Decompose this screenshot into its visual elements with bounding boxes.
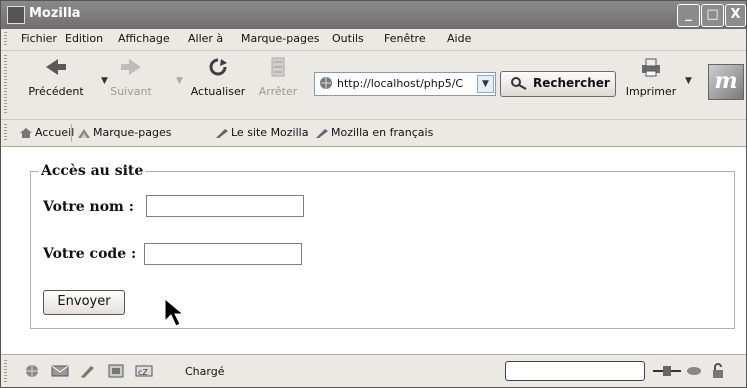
statusbar-grip[interactable] xyxy=(4,360,7,382)
search-icon xyxy=(511,77,527,90)
menu-affichage[interactable]: Affichage xyxy=(118,32,170,45)
reload-icon xyxy=(209,58,227,76)
search-button[interactable]: Rechercher xyxy=(500,71,616,97)
name-label: Votre nom : xyxy=(43,199,134,215)
bookmark-mozilla-site-label: Le site Mozilla xyxy=(231,126,309,139)
address-book-icon[interactable] xyxy=(107,363,125,379)
online-status-icon[interactable] xyxy=(653,363,681,379)
bookmark-separator xyxy=(71,124,72,142)
menubar-grip[interactable] xyxy=(4,32,7,47)
submit-button[interactable]: Envoyer xyxy=(43,290,125,315)
bookmark-menu-label: Marque-pages xyxy=(93,126,172,139)
navigation-toolbar: Précédent ▼ Suivant ▼ Actualiser Arrêter… xyxy=(1,51,746,120)
reload-label: Actualiser xyxy=(190,85,246,98)
status-bar: cZ Chargé xyxy=(1,354,746,387)
stop-icon xyxy=(271,57,285,77)
bookmark-mozilla-fr-label: Mozilla en français xyxy=(331,126,434,139)
title-bar[interactable]: Mozilla _ □ X xyxy=(1,1,746,29)
bookmarks-grip[interactable] xyxy=(4,124,7,142)
address-input[interactable]: http://localhost/php5/C xyxy=(337,77,475,90)
forward-dropdown-icon[interactable]: ▼ xyxy=(176,76,183,86)
name-input[interactable] xyxy=(146,195,304,217)
home-icon xyxy=(20,128,32,138)
bookmark-mozilla-fr[interactable]: Mozilla en français xyxy=(315,126,433,139)
composer-icon[interactable] xyxy=(79,363,97,379)
back-label: Précédent xyxy=(28,85,84,98)
fieldset-legend: Accès au site xyxy=(41,163,144,179)
progress-bar xyxy=(505,361,645,381)
minimize-button[interactable]: _ xyxy=(677,4,700,27)
menu-fichier[interactable]: Fichier xyxy=(21,32,57,45)
security-icon[interactable] xyxy=(685,363,703,379)
code-label: Votre code : xyxy=(43,246,137,262)
address-bar[interactable]: http://localhost/php5/C ▼ xyxy=(314,72,496,96)
browser-window: Mozilla _ □ X Fichier Edition Affichage … xyxy=(0,0,747,388)
bookmark-home[interactable]: Accueil xyxy=(19,126,74,139)
forward-label: Suivant xyxy=(110,85,152,98)
page-icon xyxy=(320,77,332,89)
bookmarks-icon xyxy=(78,129,90,138)
reload-button[interactable]: Actualiser xyxy=(187,57,249,115)
stop-label: Arrêter xyxy=(258,85,298,98)
menu-edition[interactable]: Edition xyxy=(65,32,103,45)
menu-aller-a[interactable]: Aller à xyxy=(188,32,223,45)
bookmark-menu[interactable]: Marque-pages xyxy=(77,126,171,139)
bookmark-link-icon xyxy=(316,129,328,138)
back-arrow-icon xyxy=(46,59,66,75)
navigator-icon[interactable] xyxy=(23,363,41,379)
bookmarks-toolbar: Accueil Marque-pages Le site Mozilla Moz… xyxy=(1,120,746,147)
mouse-cursor-icon xyxy=(164,297,185,327)
maximize-button[interactable]: □ xyxy=(701,4,724,27)
bookmark-link-icon xyxy=(216,129,228,138)
print-label: Imprimer xyxy=(625,85,677,98)
svg-text:cZ: cZ xyxy=(138,368,148,377)
mail-icon[interactable] xyxy=(51,363,69,379)
app-icon xyxy=(7,6,25,24)
printer-icon xyxy=(642,58,660,77)
page-content: Accès au site Votre nom : Votre code : E… xyxy=(1,147,746,353)
chat-icon[interactable]: cZ xyxy=(135,363,153,379)
menu-outils[interactable]: Outils xyxy=(332,32,364,45)
print-dropdown-icon[interactable]: ▼ xyxy=(685,76,692,86)
address-dropdown-icon[interactable]: ▼ xyxy=(477,75,494,93)
print-button[interactable]: Imprimer xyxy=(621,57,681,115)
status-text: Chargé xyxy=(185,365,225,378)
bookmark-home-label: Accueil xyxy=(35,126,75,139)
lock-icon[interactable] xyxy=(709,363,727,379)
menu-marque-pages[interactable]: Marque-pages xyxy=(241,32,319,45)
menu-aide[interactable]: Aide xyxy=(447,32,471,45)
forward-arrow-icon xyxy=(121,59,141,75)
stop-button[interactable]: Arrêter xyxy=(253,57,303,115)
menu-fenetre[interactable]: Fenêtre xyxy=(384,32,426,45)
code-input[interactable] xyxy=(144,243,302,265)
window-title: Mozilla xyxy=(29,6,81,21)
navbar-grip[interactable] xyxy=(4,55,7,113)
search-label: Rechercher xyxy=(533,76,610,90)
back-button[interactable]: Précédent xyxy=(21,57,91,115)
forward-button[interactable]: Suivant xyxy=(101,57,161,115)
close-button[interactable]: X xyxy=(725,4,746,27)
bookmark-mozilla-site[interactable]: Le site Mozilla xyxy=(215,126,308,139)
mozilla-logo[interactable]: m xyxy=(708,64,744,100)
menu-bar: Fichier Edition Affichage Aller à Marque… xyxy=(1,29,746,51)
